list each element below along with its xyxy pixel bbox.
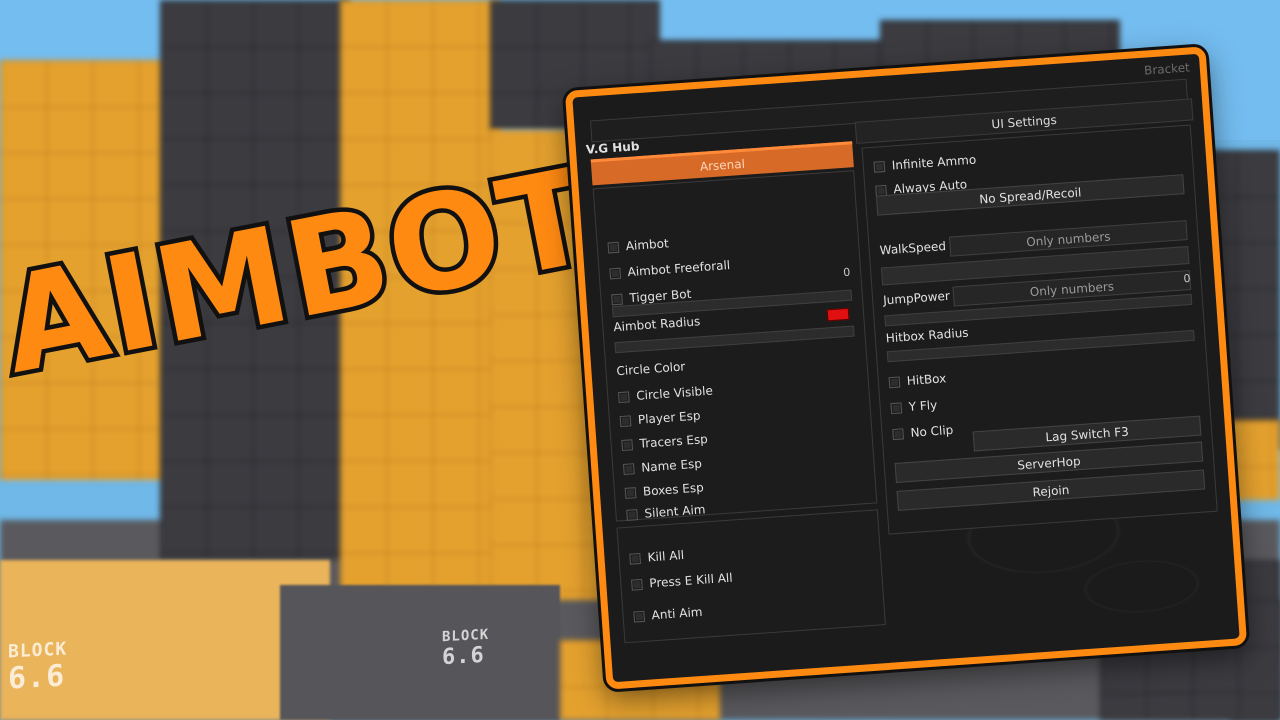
arsenal-panel: Aimbot Aimbot Freeforall Tigger Bot 0 Ai… bbox=[592, 170, 878, 522]
checkbox[interactable] bbox=[629, 552, 641, 565]
checkbox[interactable] bbox=[873, 160, 886, 173]
checkbox[interactable] bbox=[611, 293, 623, 305]
hub-window: Bracket V.G Hub Arsenal UI Settings Aimb… bbox=[564, 46, 1248, 690]
walkspeed-label: WalkSpeed bbox=[879, 238, 947, 258]
toggle-label: Anti Aim bbox=[651, 604, 703, 623]
toggle-anti-aim[interactable]: Anti Aim bbox=[633, 591, 874, 626]
checkbox[interactable] bbox=[622, 462, 635, 475]
checkbox[interactable] bbox=[619, 414, 632, 427]
checkbox[interactable] bbox=[621, 438, 634, 451]
checkbox[interactable] bbox=[609, 267, 622, 279]
misc-panel: Infinite Ammo Always Auto No Spread/Reco… bbox=[861, 124, 1218, 535]
circle-color-swatch[interactable] bbox=[826, 307, 850, 322]
foreground-block bbox=[280, 585, 560, 720]
toggle-label: Press E Kill All bbox=[648, 570, 734, 591]
checkbox[interactable] bbox=[607, 241, 620, 253]
toggle-label: Boxes Esp bbox=[642, 480, 705, 499]
checkbox[interactable] bbox=[633, 610, 646, 623]
block-label: 6.6 bbox=[8, 658, 66, 697]
kill-panel: Kill All Press E Kill All Anti Aim bbox=[616, 509, 886, 644]
toggle-label: Name Esp bbox=[640, 456, 703, 475]
checkbox[interactable] bbox=[888, 375, 901, 388]
toggle-label: Tracers Esp bbox=[639, 432, 709, 451]
hitbox-radius-label: Hitbox Radius bbox=[885, 325, 969, 346]
circle-color-label: Circle Color bbox=[616, 359, 686, 379]
toggle-label: No Clip bbox=[910, 422, 954, 440]
toggle-label: Circle Visible bbox=[635, 383, 714, 403]
toggle-label: Aimbot Freeforall bbox=[627, 258, 731, 280]
checkbox[interactable] bbox=[617, 390, 630, 403]
jumppower-label: JumpPower bbox=[882, 288, 951, 308]
window-title: V.G Hub bbox=[585, 139, 640, 157]
checkbox[interactable] bbox=[631, 578, 643, 591]
toggle-label: Player Esp bbox=[637, 408, 701, 427]
aimbot-radius-label: Aimbot Radius bbox=[612, 314, 701, 335]
toggle-label: HitBox bbox=[906, 371, 947, 388]
block-label: 6.6 bbox=[442, 642, 485, 671]
checkbox[interactable] bbox=[626, 508, 638, 521]
brand-label: Bracket bbox=[1143, 60, 1191, 78]
toggle-label: Kill All bbox=[647, 547, 685, 565]
aimbot-radius-value: 0 bbox=[842, 265, 851, 280]
toggle-label: Aimbot bbox=[625, 236, 670, 254]
checkbox[interactable] bbox=[624, 486, 637, 499]
toggle-label: Infinite Ammo bbox=[891, 152, 977, 173]
hitbox-radius-value: 0 bbox=[1183, 271, 1191, 286]
toggle-label: Y Fly bbox=[908, 397, 938, 414]
checkbox[interactable] bbox=[892, 427, 904, 440]
toggle-label: Silent Aim bbox=[644, 502, 706, 521]
checkbox[interactable] bbox=[890, 401, 903, 414]
